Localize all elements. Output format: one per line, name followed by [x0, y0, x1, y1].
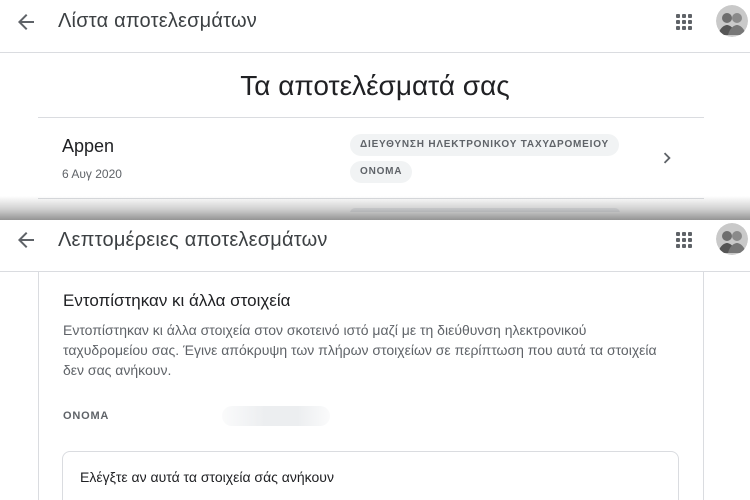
ownership-check-prompt: Ελέγξτε αν αυτά τα στοιχεία σάς ανήκουν — [80, 469, 334, 485]
card-border-right — [703, 272, 704, 500]
arrow-back-icon[interactable] — [14, 228, 38, 252]
top-app-bar: Λεπτομέρειες αποτελεσμάτων — [0, 220, 750, 268]
results-list-screen: Λίστα αποτελεσμάτων Τα αποτελέσματά σας … — [0, 0, 750, 212]
arrow-back-icon[interactable] — [14, 10, 38, 34]
avatar[interactable] — [716, 5, 748, 37]
page-title: Λεπτομέρειες αποτελεσμάτων — [58, 229, 328, 251]
app-bar-divider — [0, 52, 750, 53]
result-source-name: Appen — [62, 136, 115, 156]
apps-grid-icon[interactable] — [672, 10, 696, 34]
card-border-left — [38, 272, 39, 500]
ownership-check-card[interactable]: Ελέγξτε αν αυτά τα στοιχεία σάς ανήκουν — [62, 451, 679, 500]
avatar[interactable] — [716, 223, 748, 255]
result-row[interactable]: Appen 6 Αυγ 2020 ΔΙΕΥΘΥΝΣΗ ΗΛΕΚΤΡΟΝΙΚΟΥ … — [38, 118, 704, 198]
section-description: Εντοπίστηκαν κι άλλα στοιχεία στον σκοτε… — [63, 322, 657, 378]
result-details-screen: Λεπτομέρειες αποτελεσμάτων Εντοπίστηκαν … — [0, 220, 750, 500]
tag-email-chip: ΔΙΕΥΘΥΝΣΗ ΗΛΕΚΤΡΟΝΙΚΟΥ ΤΑΧΥΔΡΟΜΕΙΟΥ — [350, 134, 619, 156]
app-bar-divider — [0, 271, 750, 272]
result-date: 6 Αυγ 2020 — [62, 167, 122, 181]
name-field-label: ΟΝΟΜΑ — [63, 410, 110, 422]
page-title: Λίστα αποτελεσμάτων — [58, 10, 257, 32]
chevron-right-icon — [656, 147, 678, 169]
apps-grid-icon[interactable] — [672, 228, 696, 252]
screen-separator — [0, 196, 750, 220]
tag-name-chip: ΟΝΟΜΑ — [350, 161, 413, 183]
redacted-name-value — [222, 406, 330, 426]
section-title: Εντοπίστηκαν κι άλλα στοιχεία — [63, 291, 291, 310]
results-heading: Τα αποτελέσματά σας — [240, 70, 510, 101]
top-app-bar: Λίστα αποτελεσμάτων — [0, 0, 750, 48]
